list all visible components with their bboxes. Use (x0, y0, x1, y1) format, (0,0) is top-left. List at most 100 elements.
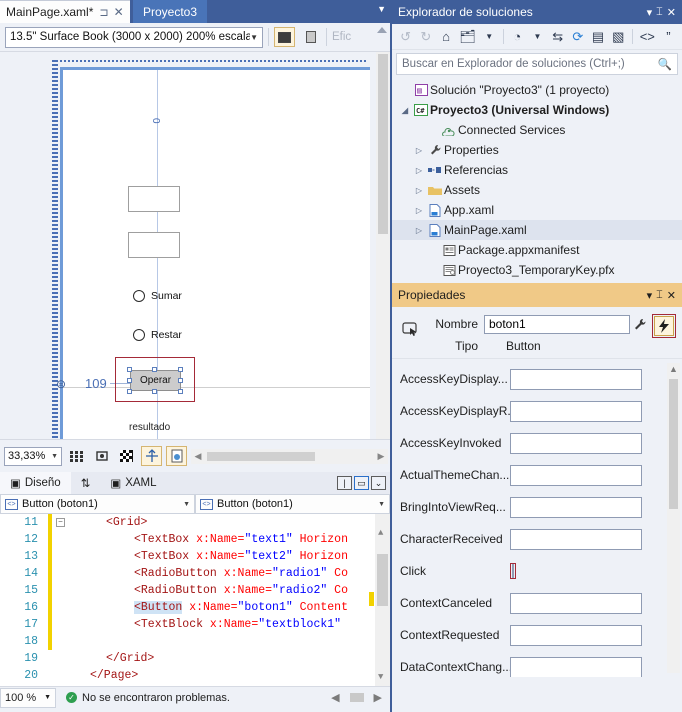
event-row[interactable]: BringIntoViewReq... (392, 491, 682, 523)
search-icon[interactable]: 🔍 (658, 57, 672, 71)
scroll-left-icon[interactable]: ◀ (191, 451, 205, 462)
event-handler-input-click[interactable] (512, 564, 514, 578)
chevron-down-icon[interactable]: ▾ (647, 6, 653, 19)
scrollbar-thumb[interactable] (349, 693, 364, 702)
designer-horizontal-scrollbar[interactable]: ◀ ▶ (191, 448, 388, 464)
landscape-orientation-button[interactable] (274, 27, 295, 47)
scroll-up-icon[interactable] (377, 27, 387, 33)
scroll-left-icon[interactable]: ◀ (331, 691, 339, 704)
object-select-right[interactable]: <> Button (boton1) ▼ (195, 494, 390, 514)
code-line[interactable]: 14 <RadioButton x:Name="radio1" Co (0, 565, 390, 582)
snap-icon[interactable] (91, 446, 112, 466)
refresh-icon[interactable]: ⟳ (571, 29, 584, 45)
collapse-pane-button[interactable]: ⌄ (371, 476, 386, 490)
chevron-down-icon[interactable]: ▼ (377, 4, 386, 14)
scroll-right-icon[interactable]: ▶ (374, 691, 382, 704)
code-line[interactable]: 20 </Page> (0, 667, 390, 684)
collapse-all-icon[interactable]: ▤ (591, 29, 604, 45)
event-handler-input[interactable] (510, 656, 642, 677)
resize-handle-nw[interactable] (127, 367, 132, 372)
split-horizontal-button[interactable]: ▭ (354, 476, 369, 490)
xaml-code-editor[interactable]: ⇳ 11 − <Grid> 12 <TextBox x:Name="text1"… (0, 514, 390, 686)
tree-item-package-appxmanifest[interactable]: Package.appxmanifest (392, 240, 682, 260)
event-handler-input[interactable] (510, 528, 642, 550)
tree-item-temporarykey-pfx[interactable]: Proyecto3_TemporaryKey.pfx (392, 260, 682, 280)
editor-vertical-scrollbar[interactable]: ▲ ▼ (375, 514, 390, 686)
device-select[interactable]: 13.5" Surface Book (3000 x 2000) 200% es… (5, 26, 263, 48)
properties-tab-button[interactable] (630, 314, 650, 334)
object-select-left[interactable]: <> Button (boton1) ▼ (0, 494, 195, 514)
resize-handle-w[interactable] (127, 378, 132, 383)
tree-item-mainpage-xaml[interactable]: ▷ MainPage.xaml (392, 220, 682, 240)
portrait-orientation-button[interactable] (300, 27, 321, 47)
tree-item-solution[interactable]: ▨ Solución "Proyecto3" (1 proyecto) (392, 80, 682, 100)
event-handler-input[interactable] (510, 464, 642, 486)
snap-to-gridlines-icon[interactable] (141, 446, 162, 466)
effects-icon[interactable] (166, 446, 187, 466)
designer-button-boton1[interactable]: Operar (130, 370, 181, 391)
tab-xaml-view[interactable]: ▣ XAML (100, 472, 166, 494)
collapse-region-icon[interactable]: − (56, 518, 65, 527)
tab-design-view[interactable]: ▣ Diseño (0, 472, 71, 494)
back-icon[interactable]: ↺ (399, 29, 412, 45)
tree-item-app-xaml[interactable]: ▷ App.xaml (392, 200, 682, 220)
events-tab-button[interactable] (654, 316, 674, 336)
swap-panes-button[interactable]: ⇅ (71, 472, 101, 494)
expander[interactable]: ▷ (412, 146, 426, 155)
resize-handle-sw[interactable] (127, 389, 132, 394)
chevron-down-icon[interactable]: ▾ (647, 289, 653, 302)
resize-handle-e[interactable] (178, 378, 183, 383)
events-vertical-scrollbar[interactable]: ▲ (667, 363, 680, 673)
sync-with-active-document-icon[interactable]: ⇆ (551, 29, 564, 45)
resize-handle-se[interactable] (178, 389, 183, 394)
event-row[interactable]: CharacterReceived (392, 523, 682, 555)
tab-mainpage-xaml[interactable]: MainPage.xaml* ⊐ ✕ (0, 0, 130, 23)
pin-icon[interactable]: ⌶ (656, 289, 663, 302)
expander[interactable]: ◢ (398, 106, 412, 115)
expander[interactable]: ▷ (412, 206, 426, 215)
code-line[interactable]: 11 − <Grid> (0, 514, 390, 531)
designer-radiobutton-radio2[interactable]: Restar (133, 329, 182, 341)
scrollbar-thumb[interactable] (377, 554, 388, 606)
grid-icon[interactable] (66, 446, 87, 466)
tree-item-properties[interactable]: ▷ Properties (392, 140, 682, 160)
code-line[interactable]: 18 (0, 633, 390, 650)
tree-item-connected-services[interactable]: Connected Services (392, 120, 682, 140)
xaml-design-surface[interactable]: 0 366 ⊜ 109 Sumar Restar Operar (0, 52, 390, 439)
event-handler-input[interactable] (510, 624, 642, 646)
events-list[interactable]: AccessKeyDisplay... AccessKeyDisplayR...… (392, 359, 682, 677)
properties-icon[interactable]: ▧ (612, 29, 625, 45)
event-row-click[interactable]: Click (392, 555, 682, 587)
overflow-icon[interactable]: ” (662, 29, 675, 44)
chevron-down-icon[interactable]: ▼ (531, 32, 544, 41)
tree-item-referencias[interactable]: ▷ Referencias (392, 160, 682, 180)
tab-proyecto3[interactable]: Proyecto3 (133, 0, 208, 23)
status-horizontal-scrollbar[interactable]: ◀ ▶ (331, 691, 390, 704)
close-icon[interactable]: ✕ (667, 6, 676, 19)
switch-views-icon[interactable]: 🗂 (459, 29, 476, 45)
expander[interactable]: ▷ (412, 166, 426, 175)
code-line[interactable]: 19 </Grid> (0, 650, 390, 667)
scrollbar-thumb[interactable] (207, 451, 315, 461)
split-vertical-button[interactable]: | (337, 476, 352, 490)
forward-icon[interactable]: ↻ (419, 29, 432, 45)
event-row[interactable]: ContextRequested (392, 619, 682, 651)
event-handler-input[interactable] (510, 400, 642, 422)
transparency-grid-icon[interactable] (116, 446, 137, 466)
show-all-files-icon[interactable]: <> (640, 29, 655, 44)
pin-icon[interactable]: ⌶ (656, 6, 663, 19)
event-row[interactable]: AccessKeyDisplayR... (392, 395, 682, 427)
code-line[interactable]: 12 <TextBox x:Name="text1" Horizon (0, 531, 390, 548)
resize-handle-n[interactable] (152, 367, 157, 372)
resize-handle-s[interactable] (152, 389, 157, 394)
code-line[interactable]: 15 <RadioButton x:Name="radio2" Co (0, 582, 390, 599)
scrollbar-thumb[interactable] (378, 54, 388, 234)
event-row[interactable]: ActualThemeChan... (392, 459, 682, 491)
designer-textbox-text1[interactable] (128, 186, 180, 212)
pending-changes-icon[interactable]: ◔ (511, 29, 524, 44)
designer-radiobutton-radio1[interactable]: Sumar (133, 290, 182, 302)
scroll-down-icon[interactable]: ▼ (378, 672, 383, 682)
scroll-up-icon[interactable]: ▲ (378, 528, 383, 538)
designer-zoom-select[interactable]: 33,33% ▼ (4, 446, 62, 466)
event-row[interactable]: AccessKeyInvoked (392, 427, 682, 459)
